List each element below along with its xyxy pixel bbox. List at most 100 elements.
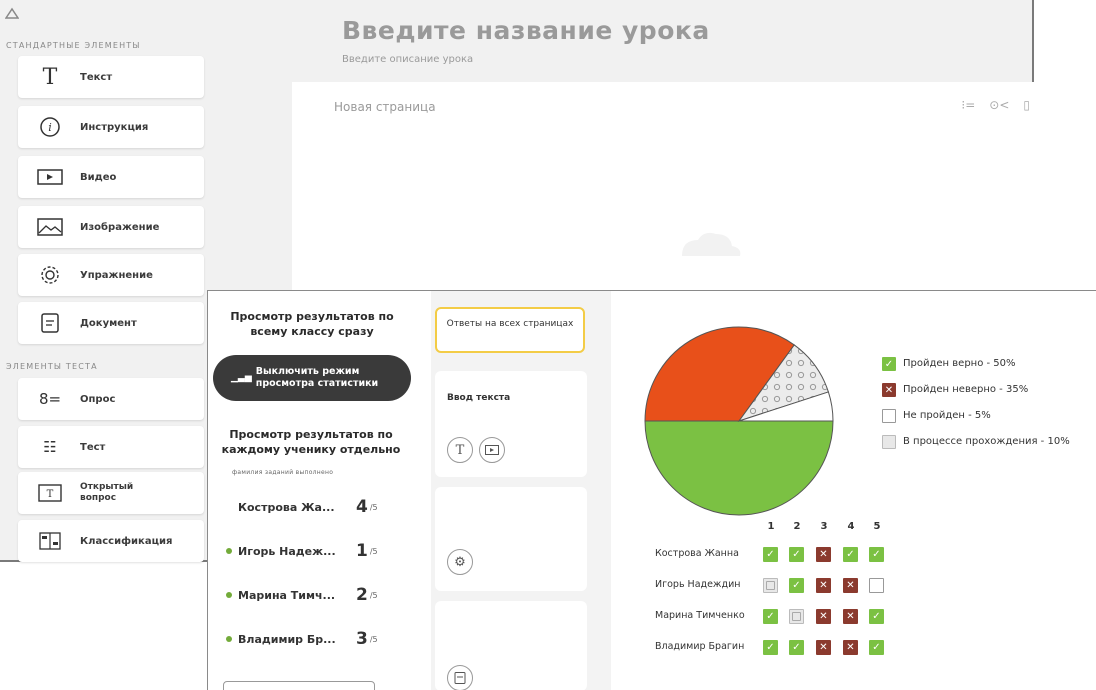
tool-video[interactable]: Видео bbox=[18, 156, 204, 198]
results-pie-chart bbox=[644, 326, 834, 516]
student-search-input[interactable] bbox=[223, 681, 375, 690]
tool-open-question-label: Открытый вопрос bbox=[80, 482, 134, 503]
task-failed-icon[interactable]: ✕ bbox=[843, 640, 858, 655]
page-toolbar: ⁝= ⊙< ▯ bbox=[961, 98, 1030, 112]
tool-test-label: Тест bbox=[80, 441, 106, 453]
student-row[interactable]: Марина Тимч... 2 /5 bbox=[218, 575, 394, 615]
text-icon: T bbox=[447, 437, 473, 463]
legend-item-passed: ✓ Пройден верно - 50% bbox=[882, 357, 1016, 371]
tool-open-question[interactable]: T Открытый вопрос bbox=[18, 472, 204, 514]
results-panel: ✓ Пройден верно - 50% ✕ Пройден неверно … bbox=[611, 291, 1096, 690]
link-icon[interactable]: ⊙< bbox=[989, 98, 1009, 112]
task-column-header: 1 bbox=[767, 521, 775, 532]
home-icon[interactable] bbox=[4, 4, 20, 19]
gear-icon bbox=[36, 263, 64, 287]
task-failed-icon[interactable]: ✕ bbox=[816, 578, 831, 593]
student-total: /5 bbox=[369, 502, 378, 512]
tool-exercise[interactable]: Упражнение bbox=[18, 254, 204, 296]
student-total: /5 bbox=[369, 546, 378, 556]
task-passed-icon[interactable]: ✓ bbox=[763, 609, 778, 624]
pie-slice-passed bbox=[644, 420, 834, 516]
all-pages-button[interactable]: Ответы на всех страницах bbox=[435, 307, 585, 353]
statistics-window: Просмотр результатов по всему классу сра… bbox=[207, 290, 1096, 690]
video-icon bbox=[479, 437, 505, 463]
student-name: Владимир Бр... bbox=[238, 632, 336, 646]
student-total: /5 bbox=[369, 590, 378, 600]
tool-classification[interactable]: Классификация bbox=[18, 520, 204, 562]
task-passed-icon[interactable]: ✓ bbox=[763, 547, 778, 562]
task-passed-icon[interactable]: ✓ bbox=[869, 640, 884, 655]
checklist-icon: ☷ bbox=[43, 438, 57, 456]
tool-image[interactable]: Изображение bbox=[18, 206, 204, 248]
section-test-elements: ЭЛЕМЕНТЫ ТЕСТА bbox=[6, 362, 98, 371]
toggle-statistics-label: Выключить режим просмотра статистики bbox=[255, 366, 379, 389]
tool-test[interactable]: ☷ Тест bbox=[18, 426, 204, 468]
legend-label: Не пройден - 5% bbox=[903, 410, 991, 421]
stats-bars-icon: ▁▃▅ bbox=[231, 373, 252, 383]
task-column-header: 4 bbox=[847, 521, 855, 532]
task-failed-icon[interactable]: ✕ bbox=[816, 609, 831, 624]
student-name: Марина Тимч... bbox=[238, 588, 336, 602]
student-column-labels: фамилия заданий выполнено bbox=[232, 469, 334, 476]
class-view-heading: Просмотр результатов по всему классу сра… bbox=[230, 310, 394, 338]
task-in-progress-icon[interactable] bbox=[789, 609, 804, 624]
cross-icon: ✕ bbox=[882, 383, 896, 397]
toggle-statistics-button[interactable]: ▁▃▅ Выключить режим просмотра статистики bbox=[213, 355, 411, 401]
svg-text:i: i bbox=[48, 121, 52, 134]
list-settings-icon[interactable]: ⁝= bbox=[961, 98, 975, 112]
student-row[interactable]: Игорь Надеж... 1 /5 bbox=[218, 531, 394, 571]
student-score: 3 bbox=[356, 629, 368, 649]
page-card-document[interactable] bbox=[435, 601, 587, 690]
video-icon bbox=[36, 165, 64, 189]
tool-classification-label: Классификация bbox=[80, 535, 173, 547]
legend-label: В процессе прохождения - 10% bbox=[903, 436, 1070, 447]
tool-image-label: Изображение bbox=[80, 221, 160, 233]
lesson-title-input[interactable]: Введите название урока bbox=[342, 16, 710, 45]
page-name[interactable]: Новая страница bbox=[334, 100, 436, 114]
copy-icon[interactable]: ▯ bbox=[1023, 98, 1030, 112]
tool-document-label: Документ bbox=[80, 317, 137, 329]
tool-document[interactable]: Документ bbox=[18, 302, 204, 344]
image-icon bbox=[36, 215, 64, 239]
task-failed-icon[interactable]: ✕ bbox=[816, 640, 831, 655]
legend-label: Пройден верно - 50% bbox=[903, 358, 1016, 369]
status-dot bbox=[226, 548, 232, 554]
tool-instruction[interactable]: i Инструкция bbox=[18, 106, 204, 148]
task-passed-icon[interactable]: ✓ bbox=[789, 547, 804, 562]
task-passed-icon[interactable]: ✓ bbox=[763, 640, 778, 655]
checkmark-icon: ✓ bbox=[882, 357, 896, 371]
empty-box-icon bbox=[882, 409, 896, 423]
tool-text[interactable]: T Текст bbox=[18, 56, 204, 98]
gear-icon: ⚙ bbox=[447, 549, 473, 575]
open-question-icon: T bbox=[36, 481, 64, 505]
lesson-description-input[interactable]: Введите описание урока bbox=[342, 54, 473, 65]
text-icon: T bbox=[42, 64, 58, 90]
tool-poll[interactable]: 8= Опрос bbox=[18, 378, 204, 420]
student-row[interactable]: Владимир Бр... 3 /5 bbox=[218, 619, 394, 659]
poll-icon: 8= bbox=[38, 390, 62, 408]
task-not-started-icon[interactable] bbox=[869, 578, 884, 593]
tool-poll-label: Опрос bbox=[80, 393, 116, 405]
section-standard-elements: СТАНДАРТНЫЕ ЭЛЕМЕНТЫ bbox=[6, 41, 141, 50]
classification-icon bbox=[36, 529, 64, 553]
student-total: /5 bbox=[369, 634, 378, 644]
task-passed-icon[interactable]: ✓ bbox=[789, 578, 804, 593]
page-card-exercise[interactable]: ⚙ bbox=[435, 487, 587, 591]
student-row[interactable]: Кострова Жа... 4 /5 bbox=[218, 487, 394, 527]
task-column-header: 3 bbox=[820, 521, 828, 532]
task-failed-icon[interactable]: ✕ bbox=[843, 578, 858, 593]
task-failed-icon[interactable]: ✕ bbox=[816, 547, 831, 562]
task-failed-icon[interactable]: ✕ bbox=[843, 609, 858, 624]
tool-video-label: Видео bbox=[80, 171, 117, 183]
student-name: Игорь Надеж... bbox=[238, 544, 336, 558]
task-passed-icon[interactable]: ✓ bbox=[869, 609, 884, 624]
task-passed-icon[interactable]: ✓ bbox=[869, 547, 884, 562]
task-passed-icon[interactable]: ✓ bbox=[789, 640, 804, 655]
document-icon bbox=[36, 311, 64, 335]
task-column-header: 5 bbox=[873, 521, 881, 532]
task-passed-icon[interactable]: ✓ bbox=[843, 547, 858, 562]
page-panel: Новая страница ⁝= ⊙< ▯ bbox=[292, 82, 1034, 292]
task-in-progress-icon[interactable] bbox=[763, 578, 778, 593]
page-card-text-input[interactable]: Ввод текста T bbox=[435, 371, 587, 477]
in-progress-icon bbox=[882, 435, 896, 449]
